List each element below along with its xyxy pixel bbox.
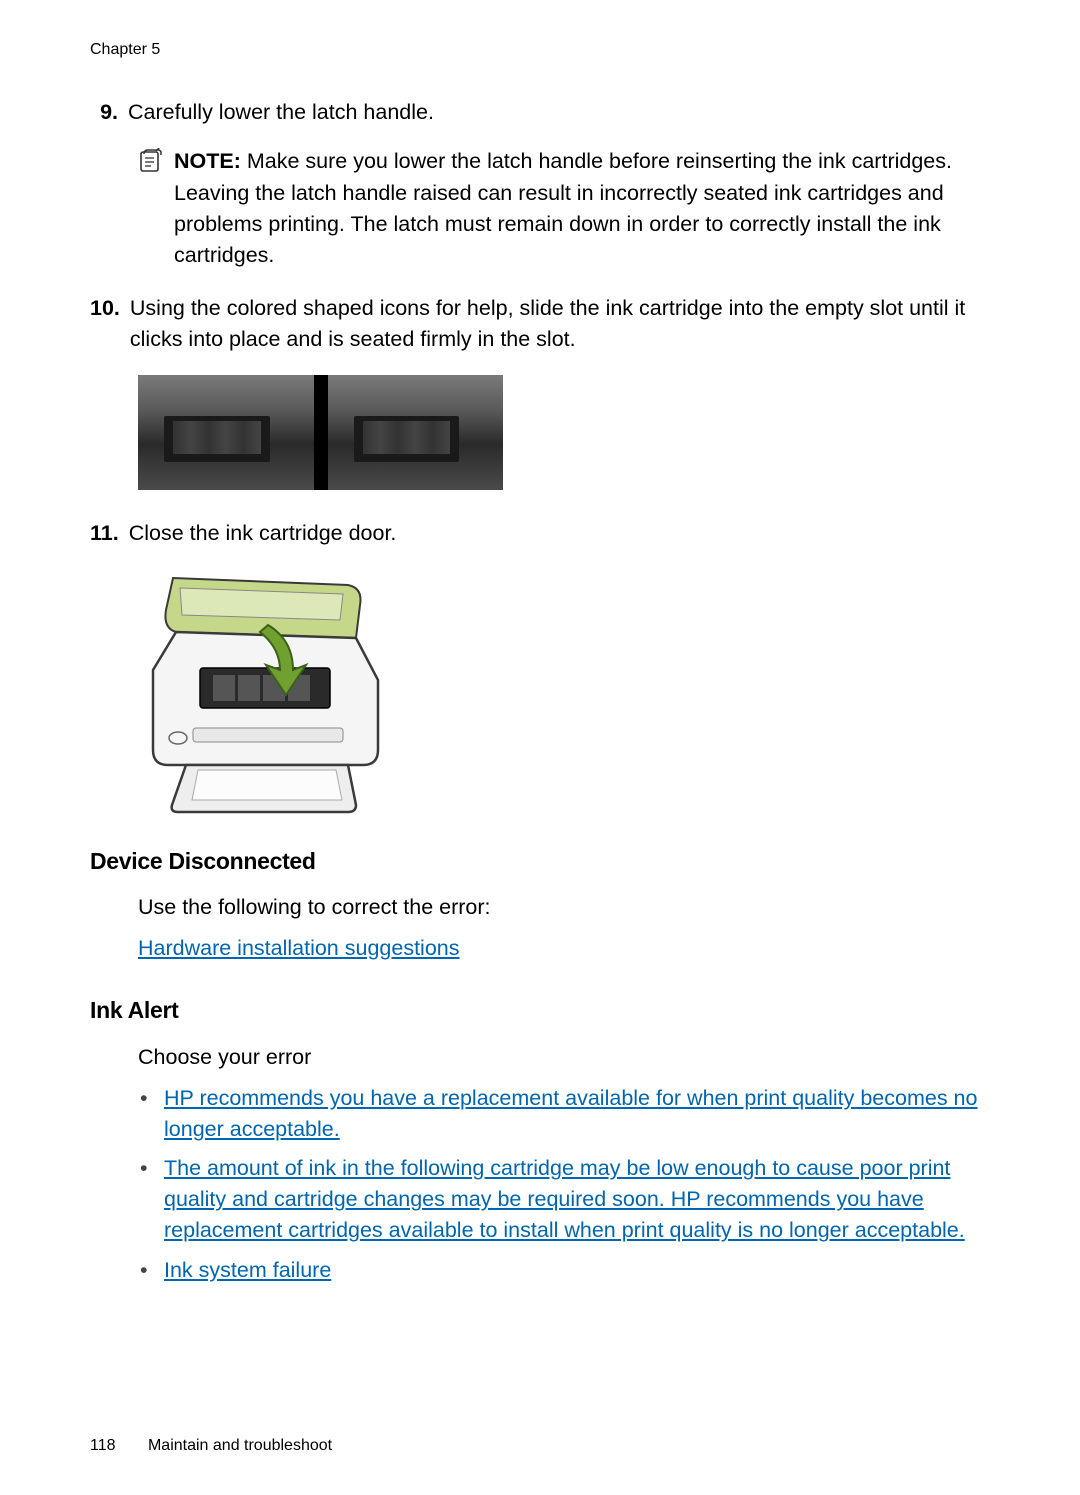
heading-ink-alert: Ink Alert (90, 994, 990, 1027)
note-icon (138, 148, 170, 271)
bullet-item: • HP recommends you have a replacement a… (138, 1083, 990, 1145)
bullet-marker: • (138, 1255, 164, 1286)
note-body: Make sure you lower the latch handle bef… (174, 149, 952, 267)
bullet-marker: • (138, 1083, 164, 1145)
chapter-header: Chapter 5 (90, 38, 990, 61)
link-replacement-recommend[interactable]: HP recommends you have a replacement ava… (164, 1086, 977, 1141)
step-10-text: Using the colored shaped icons for help,… (130, 293, 990, 355)
ink-alert-intro: Choose your error (138, 1042, 990, 1073)
printer-figure (138, 570, 990, 815)
bullet-item: • The amount of ink in the following car… (138, 1153, 990, 1247)
step-9-number: 9. (90, 97, 128, 128)
link-low-ink[interactable]: The amount of ink in the following cartr… (164, 1156, 965, 1242)
note-label: NOTE: (174, 149, 241, 173)
heading-device-disconnected: Device Disconnected (90, 845, 990, 878)
bullet-item: • Ink system failure (138, 1255, 990, 1286)
page-number: 118 (90, 1434, 116, 1457)
link-ink-system-failure[interactable]: Ink system failure (164, 1258, 331, 1282)
note-text: NOTE: Make sure you lower the latch hand… (174, 146, 990, 271)
step-11-number: 11. (90, 518, 129, 549)
link-hardware-suggestions[interactable]: Hardware installation suggestions (138, 936, 459, 960)
cartridge-figure (138, 375, 990, 490)
step-11-text: Close the ink cartridge door. (129, 518, 990, 549)
step-10-number: 10. (90, 293, 130, 355)
device-disconnected-intro: Use the following to correct the error: (138, 892, 990, 923)
ink-alert-bullets: • HP recommends you have a replacement a… (138, 1083, 990, 1286)
step-9-text: Carefully lower the latch handle. (128, 97, 990, 128)
step-11: 11. Close the ink cartridge door. (90, 518, 990, 549)
step-10: 10. Using the colored shaped icons for h… (90, 293, 990, 355)
note-block: NOTE: Make sure you lower the latch hand… (138, 146, 990, 271)
step-9: 9. Carefully lower the latch handle. (90, 97, 990, 128)
bullet-marker: • (138, 1153, 164, 1247)
footer-section: Maintain and troubleshoot (148, 1437, 332, 1454)
page-footer: 118 Maintain and troubleshoot (90, 1434, 332, 1457)
